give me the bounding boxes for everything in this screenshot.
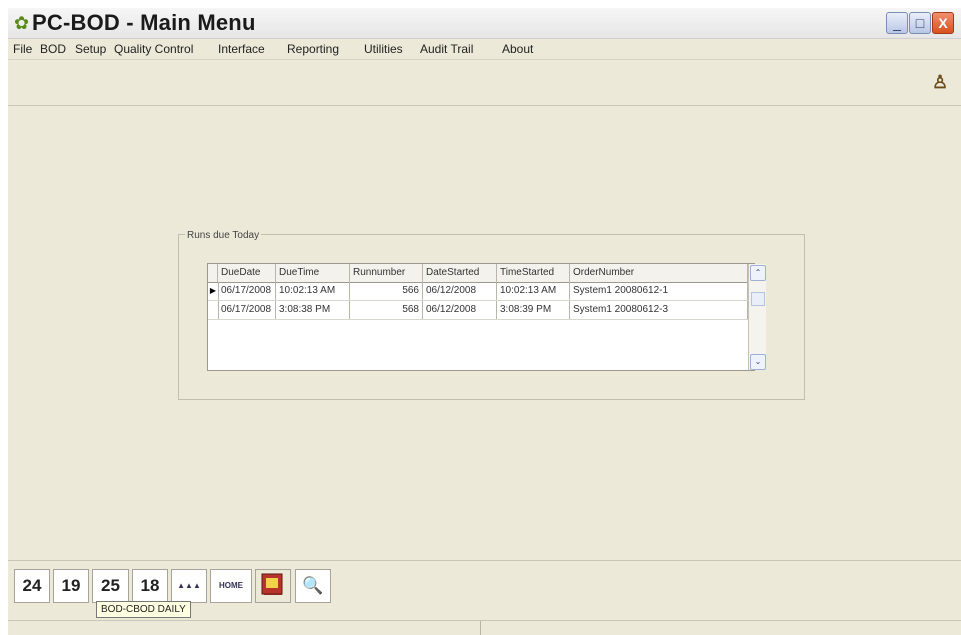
person-icon[interactable]: ♙: [932, 72, 948, 93]
toolbar: ♙: [8, 60, 961, 106]
close-button[interactable]: X: [932, 12, 954, 34]
cell-duetime[interactable]: 10:02:13 AM: [276, 282, 350, 300]
app-window: ✿ PC-BOD - Main Menu _ □ X File BOD Setu…: [8, 8, 961, 635]
table-row[interactable]: 06/17/2008 3:08:38 PM 568 06/12/2008 3:0…: [208, 301, 748, 320]
minimize-button[interactable]: _: [886, 12, 908, 34]
column-header-timestarted[interactable]: TimeStarted: [497, 264, 570, 282]
menu-reporting[interactable]: Reporting: [287, 42, 339, 56]
tile-19[interactable]: 19: [53, 569, 89, 603]
cell-duedate[interactable]: 06/17/2008: [218, 282, 276, 300]
tile-25[interactable]: 25: [92, 569, 129, 603]
maximize-button[interactable]: □: [909, 12, 931, 34]
leaf-icon: ✿: [14, 13, 30, 33]
cell-ordernumber[interactable]: System1 20080612-1: [570, 282, 748, 300]
book-icon-graphic: [261, 573, 283, 595]
book-icon[interactable]: [255, 569, 291, 603]
cell-datestarted[interactable]: 06/12/2008: [423, 282, 497, 300]
tile-home[interactable]: HOME: [210, 569, 252, 603]
menu-file[interactable]: File: [13, 42, 32, 56]
vertical-scrollbar[interactable]: ⌃ ⌄: [748, 264, 766, 370]
menu-utilities[interactable]: Utilities: [364, 42, 403, 56]
menu-bar: File BOD Setup Quality Control Interface…: [8, 39, 961, 60]
cell-runnumber[interactable]: 568: [350, 301, 423, 319]
tooltip: BOD-CBOD DAILY: [96, 601, 191, 618]
cell-duedate[interactable]: 06/17/2008: [218, 301, 276, 319]
column-header-ordernumber[interactable]: OrderNumber: [570, 264, 748, 282]
menu-audit-trail[interactable]: Audit Trail: [420, 42, 473, 56]
menu-about[interactable]: About: [502, 42, 533, 56]
cell-timestarted[interactable]: 10:02:13 AM: [497, 282, 570, 300]
column-header-duedate[interactable]: DueDate: [218, 264, 276, 282]
group-label: Runs due Today: [185, 230, 262, 241]
menu-setup[interactable]: Setup: [75, 42, 106, 56]
cell-datestarted[interactable]: 06/12/2008: [423, 301, 497, 319]
window-title: PC-BOD - Main Menu: [32, 10, 256, 35]
grid-header: DueDate DueTime Runnumber DateStarted Ti…: [208, 264, 748, 283]
column-header-datestarted[interactable]: DateStarted: [423, 264, 497, 282]
grid-header-indicator: [208, 264, 218, 282]
status-bar: [8, 620, 961, 635]
menu-bod[interactable]: BOD: [40, 42, 66, 56]
column-header-duetime[interactable]: DueTime: [276, 264, 350, 282]
scroll-down-icon[interactable]: ⌄: [750, 354, 766, 370]
tile-18[interactable]: 18: [132, 569, 168, 603]
cell-ordernumber[interactable]: System1 20080612-3: [570, 301, 748, 319]
tile-dots[interactable]: ▲▲▲: [171, 569, 207, 603]
title-bar[interactable]: ✿ PC-BOD - Main Menu _ □ X: [8, 8, 961, 39]
cell-duetime[interactable]: 3:08:38 PM: [276, 301, 350, 319]
tile-24[interactable]: 24: [14, 569, 50, 603]
runs-grid[interactable]: DueDate DueTime Runnumber DateStarted Ti…: [207, 263, 766, 371]
table-row[interactable]: ▶ 06/17/2008 10:02:13 AM 566 06/12/2008 …: [208, 282, 748, 301]
scroll-up-icon[interactable]: ⌃: [750, 265, 766, 281]
status-separator: [480, 621, 481, 635]
menu-quality-control[interactable]: Quality Control: [114, 42, 193, 56]
column-header-runnumber[interactable]: Runnumber: [350, 264, 423, 282]
menu-interface[interactable]: Interface: [218, 42, 265, 56]
cell-timestarted[interactable]: 3:08:39 PM: [497, 301, 570, 319]
search-icon[interactable]: 🔍: [295, 569, 331, 603]
scroll-thumb[interactable]: [751, 292, 765, 306]
cell-runnumber[interactable]: 566: [350, 282, 423, 300]
